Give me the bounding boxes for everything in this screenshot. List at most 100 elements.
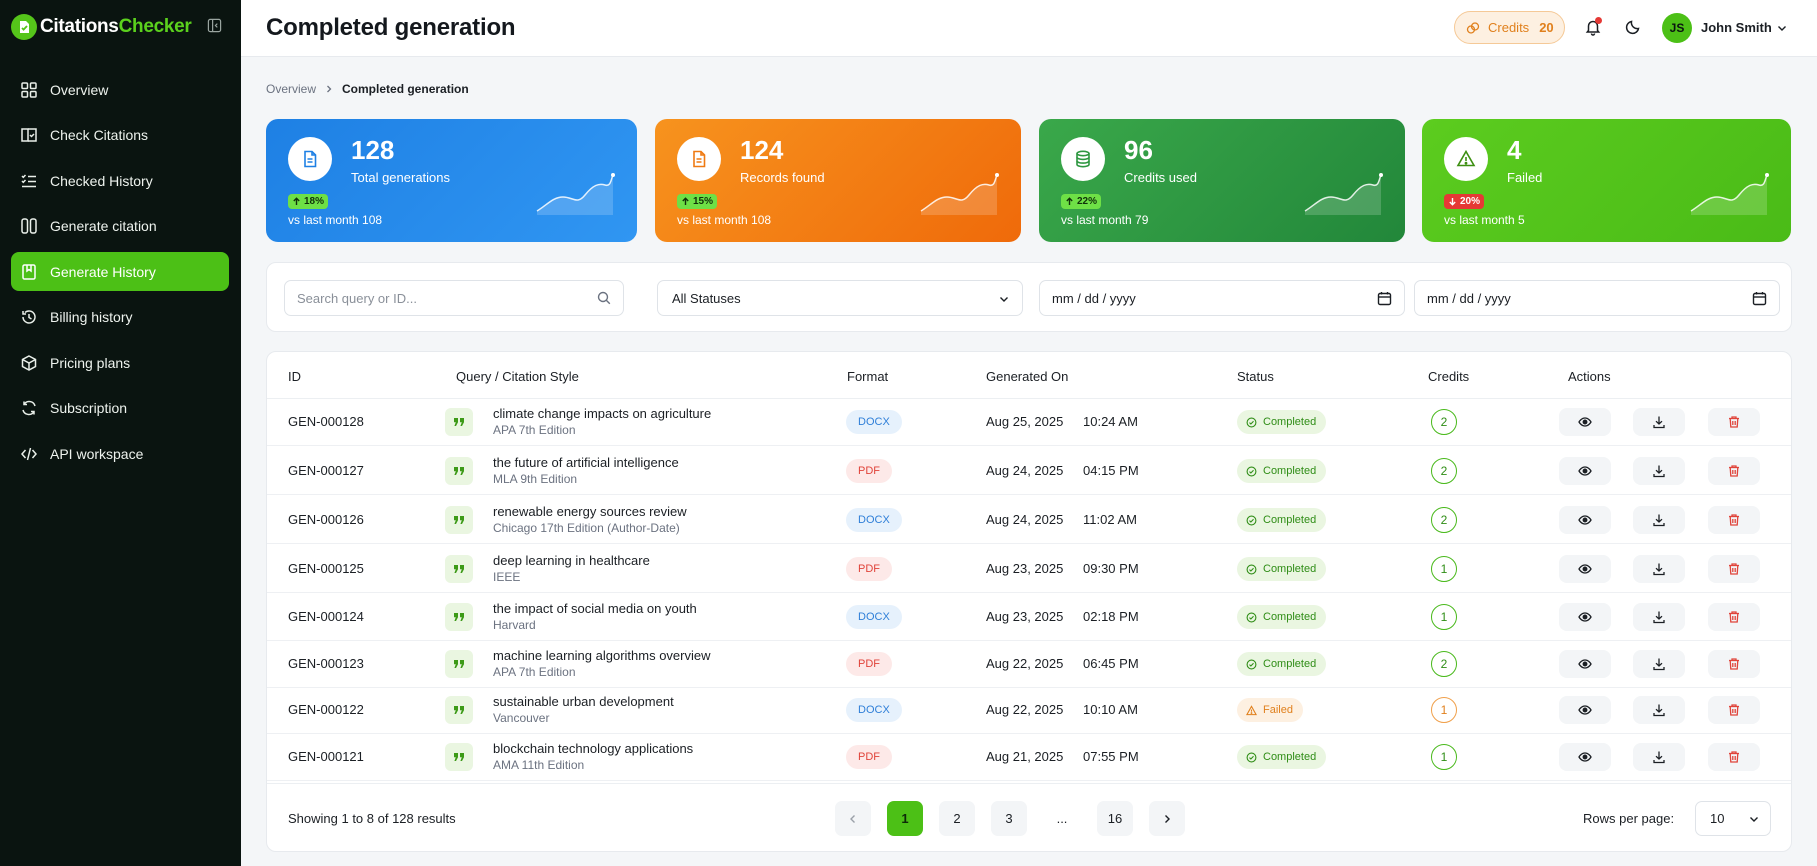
column-header-generated-on[interactable]: Generated On (986, 369, 1068, 384)
view-button[interactable] (1559, 506, 1611, 534)
sidebar-item-generate-history[interactable]: Generate History (11, 252, 229, 291)
column-header-credits[interactable]: Credits (1428, 369, 1469, 384)
quote-icon (454, 565, 464, 573)
sidebar-item-check-citations[interactable]: Check Citations (11, 116, 229, 155)
date-to-input[interactable]: mm / dd / yyyy (1414, 280, 1780, 316)
row-citation-style: MLA 9th Edition (493, 472, 578, 486)
calendar-icon[interactable] (1752, 291, 1767, 306)
download-button[interactable] (1633, 650, 1685, 678)
avatar[interactable]: JS (1662, 13, 1692, 43)
table-row[interactable]: GEN-000121 blockchain technology applicat… (267, 734, 1791, 781)
stat-value: 4 (1507, 135, 1522, 165)
column-header-query[interactable]: Query / Citation Style (456, 369, 579, 384)
status-select[interactable]: All Statuses (657, 280, 1023, 316)
view-button[interactable] (1559, 555, 1611, 583)
eye-icon (1578, 564, 1592, 574)
quote-badge (445, 650, 473, 678)
status-badge: Completed (1237, 410, 1327, 434)
table-row[interactable]: GEN-000128 climate change impacts on agri… (267, 399, 1791, 446)
stat-compare: vs last month 5 (1444, 213, 1525, 227)
credits-badge[interactable]: Credits 20 (1454, 11, 1565, 44)
row-date: Aug 21, 2025 (986, 749, 1064, 764)
generation-table: ID Query / Citation Style Format Generat… (266, 351, 1792, 852)
table-row[interactable]: GEN-000127 the future of artificial intel… (267, 448, 1791, 495)
download-button[interactable] (1633, 603, 1685, 631)
search-icon (597, 291, 611, 305)
delete-button[interactable] (1708, 743, 1760, 771)
delete-button[interactable] (1708, 650, 1760, 678)
row-query: the future of artificial intelligence (493, 455, 679, 470)
column-header-format[interactable]: Format (847, 369, 888, 384)
view-button[interactable] (1559, 650, 1611, 678)
card-icon-wrapper (677, 137, 721, 181)
credits-badge: 2 (1431, 507, 1457, 533)
view-button[interactable] (1559, 457, 1611, 485)
view-button[interactable] (1559, 696, 1611, 724)
format-badge: DOCX (846, 605, 902, 629)
view-button[interactable] (1559, 408, 1611, 436)
date-to-value: mm / dd / yyyy (1427, 290, 1511, 306)
download-button[interactable] (1633, 506, 1685, 534)
sidebar-collapse-icon[interactable] (207, 18, 222, 33)
stat-value: 96 (1124, 135, 1153, 165)
delete-button[interactable] (1708, 506, 1760, 534)
sidebar-item-generate-citation[interactable]: Generate citation (11, 207, 229, 246)
trash-icon (1729, 704, 1739, 716)
warning-icon (1246, 704, 1257, 715)
chevron-left-icon (850, 814, 855, 823)
download-button[interactable] (1633, 408, 1685, 436)
calendar-icon[interactable] (1377, 291, 1392, 306)
delete-button[interactable] (1708, 555, 1760, 583)
page-button-3[interactable]: 3 (991, 801, 1027, 836)
next-page-button[interactable] (1149, 801, 1185, 836)
page-button-1[interactable]: 1 (887, 801, 923, 836)
chevron-down-icon[interactable] (1776, 22, 1788, 34)
download-button[interactable] (1633, 555, 1685, 583)
brand-logo[interactable]: CitationsChecker (11, 13, 192, 41)
trash-icon (1729, 751, 1739, 763)
date-from-input[interactable]: mm / dd / yyyy (1039, 280, 1405, 316)
delete-button[interactable] (1708, 408, 1760, 436)
refresh-icon (22, 400, 36, 416)
download-button[interactable] (1633, 743, 1685, 771)
user-name[interactable]: John Smith (1701, 20, 1772, 35)
moon-icon[interactable] (1625, 19, 1641, 35)
download-button[interactable] (1633, 696, 1685, 724)
breadcrumb-parent[interactable]: Overview (266, 82, 316, 96)
delete-button[interactable] (1708, 603, 1760, 631)
delete-button[interactable] (1708, 696, 1760, 724)
date-from-value: mm / dd / yyyy (1052, 290, 1136, 306)
table-row[interactable]: GEN-000123 machine learning algorithms ov… (267, 641, 1791, 688)
view-button[interactable] (1559, 603, 1611, 631)
sidebar-item-billing-history[interactable]: Billing history (11, 298, 229, 337)
prev-page-button[interactable] (835, 801, 871, 836)
eye-icon (1578, 417, 1592, 427)
sidebar-item-checked-history[interactable]: Checked History (11, 161, 229, 200)
sidebar-item-label: Subscription (50, 400, 128, 416)
view-button[interactable] (1559, 743, 1611, 771)
stat-card-failed: 4 Failed 20% vs last month 5 (1422, 119, 1791, 242)
sidebar-item-label: Check Citations (50, 127, 149, 143)
table-row[interactable]: GEN-000124 the impact of social media on … (267, 594, 1791, 641)
page-button-2[interactable]: 2 (939, 801, 975, 836)
row-time: 09:30 PM (1083, 561, 1139, 576)
column-header-id[interactable]: ID (288, 369, 301, 384)
rows-per-page-select[interactable]: 10 (1695, 801, 1771, 836)
format-badge: PDF (846, 745, 892, 769)
column-header-status[interactable]: Status (1237, 369, 1274, 384)
table-row[interactable]: GEN-000126 renewable energy sources revie… (267, 497, 1791, 544)
delete-button[interactable] (1708, 457, 1760, 485)
row-time: 06:45 PM (1083, 656, 1139, 671)
table-row[interactable]: GEN-000125 deep learning in healthcare IEE… (267, 546, 1791, 593)
search-input[interactable] (284, 280, 624, 316)
page-button-16[interactable]: 16 (1097, 801, 1133, 836)
table-row[interactable]: GEN-000122 sustainable urban development V… (267, 687, 1791, 734)
filter-bar: All Statuses mm / dd / yyyy mm / dd / yy… (266, 262, 1792, 332)
sidebar-item-pricing-plans[interactable]: Pricing plans (11, 343, 229, 382)
trash-icon (1729, 658, 1739, 670)
sidebar-item-api-workspace[interactable]: API workspace (11, 434, 229, 473)
sidebar-item-subscription[interactable]: Subscription (11, 389, 229, 428)
results-summary: Showing 1 to 8 of 128 results (288, 811, 456, 826)
sidebar-item-overview[interactable]: Overview (11, 70, 229, 109)
download-button[interactable] (1633, 457, 1685, 485)
